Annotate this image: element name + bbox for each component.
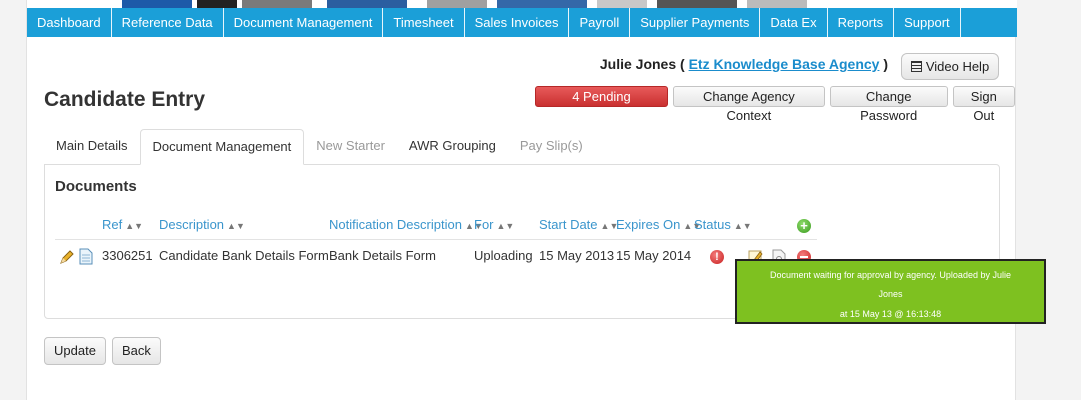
page-title: Candidate Entry <box>44 88 206 111</box>
nav-reference-data[interactable]: Reference Data <box>112 8 224 37</box>
main-navigation: Dashboard Reference Data Document Manage… <box>27 8 1017 37</box>
nav-data-ex[interactable]: Data Ex <box>760 8 828 37</box>
tooltip-line-1: Document waiting for approval by agency.… <box>770 270 1011 280</box>
row-expires-on: 15 May 2014 <box>616 248 692 263</box>
tab-pay-slips[interactable]: Pay Slip(s) <box>508 129 595 165</box>
tooltip-line-2: Jones <box>878 289 903 299</box>
header-banner-image <box>27 0 1017 8</box>
column-start-date[interactable]: Start Date ▲▼ <box>539 217 618 232</box>
tab-new-starter[interactable]: New Starter <box>304 129 397 165</box>
column-description[interactable]: Description ▲▼ <box>159 217 245 232</box>
alert-icon[interactable]: ! <box>710 250 724 264</box>
nav-support[interactable]: Support <box>894 8 961 37</box>
nav-sales-invoices[interactable]: Sales Invoices <box>465 8 570 37</box>
candidate-tabs: Main Details Document Management New Sta… <box>44 129 595 165</box>
table-divider <box>55 239 817 240</box>
user-name: Julie Jones ( <box>599 56 685 72</box>
tooltip-line-3: at 15 May 13 @ 16:13:48 <box>839 309 942 319</box>
documents-heading: Documents <box>55 178 137 195</box>
edit-pencil-icon[interactable] <box>59 249 75 265</box>
column-status[interactable]: Status ▲▼ <box>694 217 752 232</box>
nav-supplier-payments[interactable]: Supplier Payments <box>630 8 761 37</box>
user-info-close: ) <box>883 56 888 72</box>
status-tooltip: Document waiting for approval by agency.… <box>735 259 1046 324</box>
tab-awr-grouping[interactable]: AWR Grouping <box>397 129 508 165</box>
sign-out-button[interactable]: Sign Out <box>952 86 1016 123</box>
sort-icon: ▲▼ <box>733 221 752 231</box>
sort-icon: ▲▼ <box>227 221 245 231</box>
document-icon[interactable] <box>79 248 93 265</box>
nav-timesheet[interactable]: Timesheet <box>383 8 465 37</box>
tab-main-details[interactable]: Main Details <box>44 129 140 165</box>
nav-dashboard[interactable]: Dashboard <box>27 8 112 37</box>
pending-messages-button[interactable]: 4 Pending Messages <box>535 86 668 123</box>
column-expires-on[interactable]: Expires On ▲▼ <box>616 217 701 232</box>
column-notification-description[interactable]: Notification Description ▲▼ <box>329 217 483 232</box>
row-notification-description: Bank Details Form <box>329 248 436 263</box>
nav-reports[interactable]: Reports <box>828 8 895 37</box>
film-icon <box>910 61 922 72</box>
user-info: Julie Jones ( Etz Knowledge Base Agency … <box>600 56 888 72</box>
change-password-button[interactable]: Change Password <box>829 86 948 123</box>
row-ref: 3306251 <box>102 248 153 263</box>
column-for[interactable]: For ▲▼ <box>474 217 514 232</box>
agency-link[interactable]: Etz Knowledge Base Agency <box>689 56 880 72</box>
header-actions: 4 Pending Messages Change Agency Context… <box>535 86 1016 123</box>
update-button[interactable]: Update <box>44 337 106 365</box>
change-agency-context-button[interactable]: Change Agency Context <box>673 86 825 123</box>
video-help-label: Video Help <box>925 59 990 74</box>
sort-icon: ▲▼ <box>125 221 144 231</box>
column-ref[interactable]: Ref ▲▼ <box>102 217 143 232</box>
nav-payroll[interactable]: Payroll <box>569 8 631 37</box>
video-help-button[interactable]: Video Help <box>901 53 999 80</box>
row-for: Uploading <box>474 248 533 263</box>
tab-document-management[interactable]: Document Management <box>139 129 305 165</box>
row-start-date: 15 May 2013 <box>539 248 615 263</box>
row-description: Candidate Bank Details Form <box>159 248 329 263</box>
sort-icon: ▲▼ <box>496 221 515 231</box>
back-button[interactable]: Back <box>112 337 161 365</box>
nav-document-management[interactable]: Document Management <box>224 8 384 37</box>
add-document-icon[interactable]: + <box>797 219 811 233</box>
page-container: Dashboard Reference Data Document Manage… <box>26 0 1017 400</box>
